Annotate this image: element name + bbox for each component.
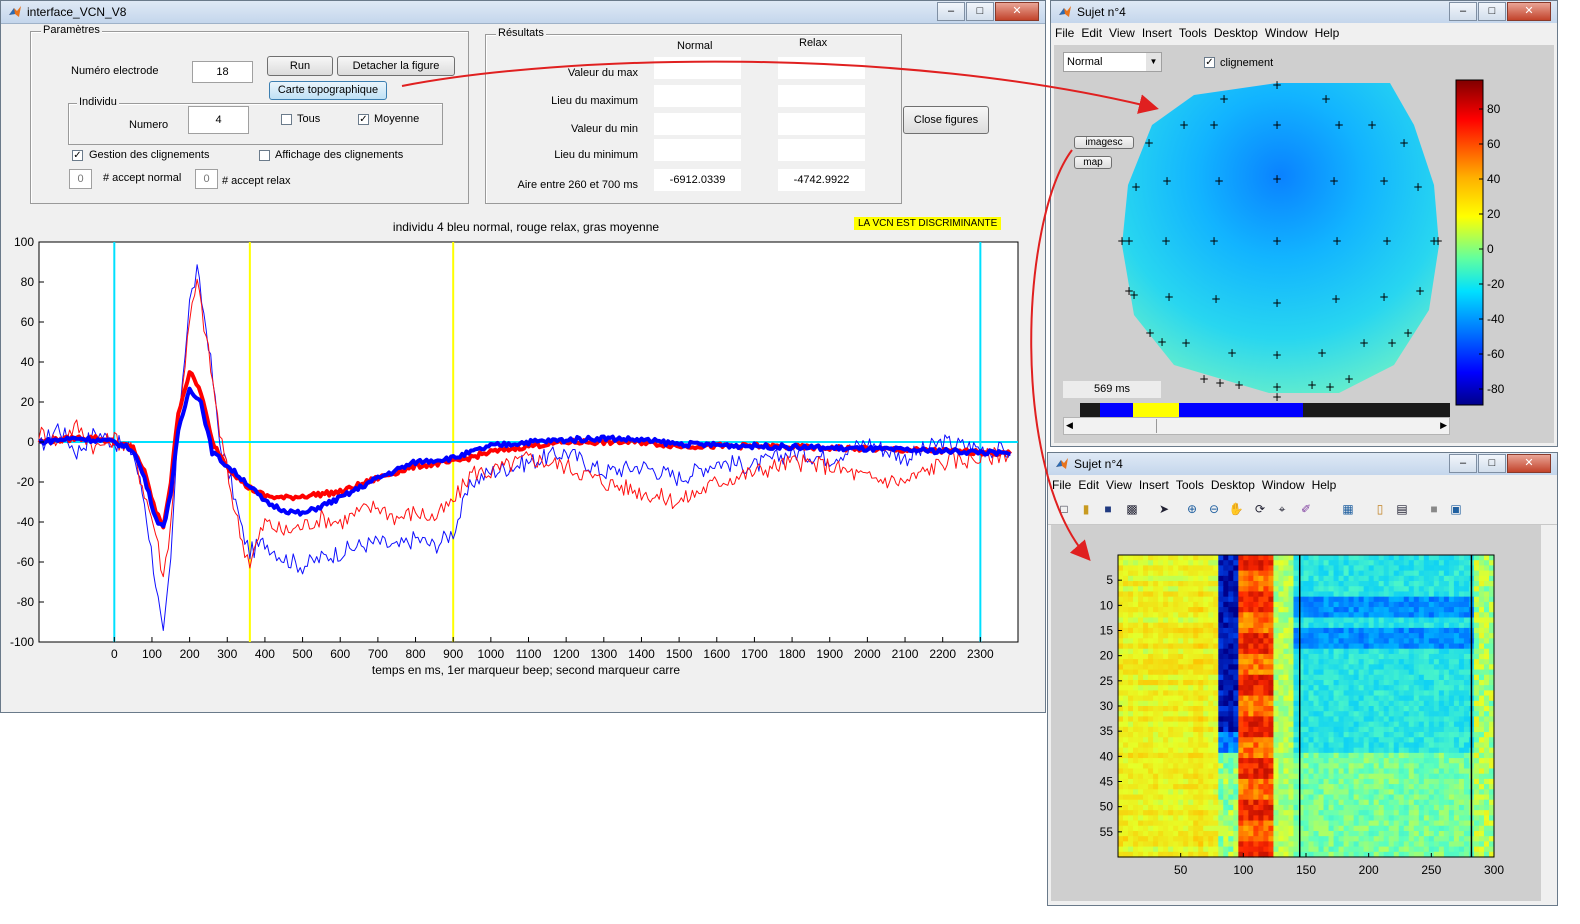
arrow-to-topo-icon	[401, 60, 1159, 114]
annotation-overlay	[401, 60, 1159, 561]
arrow-to-heatmap-icon	[1030, 149, 1091, 561]
